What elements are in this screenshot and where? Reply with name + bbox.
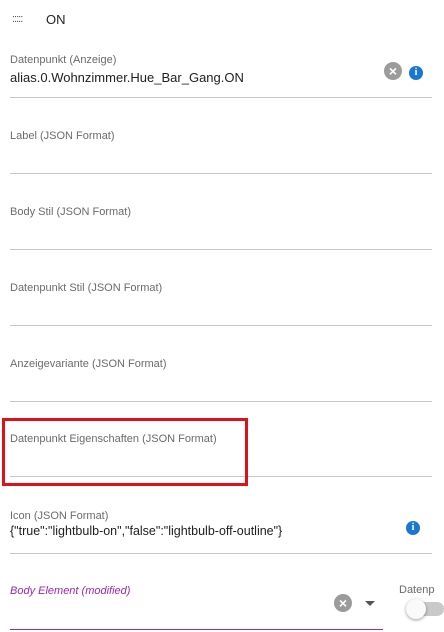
header-title: ON <box>46 11 66 27</box>
field-value[interactable]: {"true":"lightbulb-on","false":"lightbul… <box>10 524 282 538</box>
field-value[interactable]: alias.0.Wohnzimmer.Hue_Bar_Gang.ON <box>10 70 244 85</box>
field-underline <box>10 401 432 402</box>
field-label: Body Element (modified) <box>10 585 131 597</box>
toggle-knob[interactable] <box>406 599 426 619</box>
field-label: Body Stil (JSON Format) <box>10 206 132 218</box>
field-label-json[interactable]: Label (JSON Format) <box>10 126 432 174</box>
field-underline <box>10 629 383 630</box>
field-label: Anzeigevariante (JSON Format) <box>10 358 167 370</box>
field-body-stil[interactable]: Body Stil (JSON Format) <box>10 202 432 250</box>
field-icon-json[interactable]: Icon (JSON Format) {"true":"lightbulb-on… <box>10 506 432 554</box>
field-label: Label (JSON Format) <box>10 130 115 142</box>
field-underline <box>10 97 432 98</box>
field-underline <box>10 553 432 554</box>
clear-icon[interactable]: × <box>384 62 402 80</box>
field-label: Datenpunkt Stil (JSON Format) <box>10 282 163 294</box>
chevron-down-icon[interactable] <box>365 601 375 606</box>
clear-icon[interactable]: × <box>334 594 352 612</box>
highlight-box <box>2 418 248 486</box>
field-anzeigevariante[interactable]: Anzeigevariante (JSON Format) <box>10 354 432 402</box>
field-label: Icon (JSON Format) <box>10 510 109 522</box>
field-underline <box>10 325 432 326</box>
info-icon[interactable]: i <box>406 521 420 535</box>
field-datenpunkt-anzeige[interactable]: Datenpunkt (Anzeige) alias.0.Wohnzimmer.… <box>10 50 432 98</box>
info-icon[interactable]: i <box>409 66 423 80</box>
field-underline <box>10 249 432 250</box>
field-underline <box>10 173 432 174</box>
row-header: ::::: ON <box>12 8 66 30</box>
field-datenpunkt-stil[interactable]: Datenpunkt Stil (JSON Format) <box>10 278 432 326</box>
field-label: Datenpunkt (Anzeige) <box>10 54 117 66</box>
drag-handle-icon[interactable]: ::::: <box>12 13 36 25</box>
side-field-label: Datenp <box>399 584 435 596</box>
field-body-element[interactable]: Body Element (modified) × <box>10 582 383 630</box>
